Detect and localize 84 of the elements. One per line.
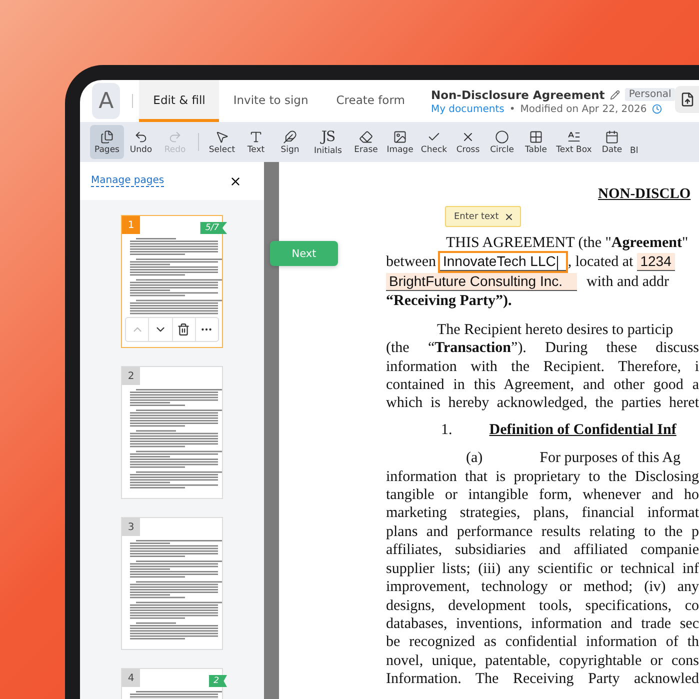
text-line: improvement, technology or method; (iv) any: [386, 579, 699, 596]
clause-number: (a): [466, 449, 483, 468]
text-line: marketing strategies, plans, financial informat: [386, 505, 699, 522]
tag: Personal: [624, 88, 676, 101]
tab[interactable]: Edit & fill: [139, 80, 220, 122]
tab[interactable]: Create form: [322, 80, 419, 122]
toolbar-button[interactable]: Circle: [485, 125, 519, 159]
text-line: affiliates, subsidiaries and affiliated companie: [386, 542, 699, 558]
toolbar-button[interactable]: Date: [595, 125, 629, 159]
page-number: 4: [122, 669, 140, 687]
tool-icon: [249, 130, 263, 144]
close-icon[interactable]: [229, 174, 242, 188]
text-line: , located at: [568, 254, 634, 271]
text-line: with and addr: [586, 274, 670, 291]
toolbar-button[interactable]: Text Box: [553, 125, 595, 159]
text-line: tangible or intangible form, whenever and ho: [386, 487, 699, 504]
text-field[interactable]: InnovateTech LLC: [440, 253, 566, 272]
tool-icon: [134, 130, 148, 144]
tool-icon: [605, 130, 619, 144]
toolbar-button[interactable]: Check: [417, 125, 451, 159]
text-line: between: [386, 254, 436, 271]
toolbar-button[interactable]: JS Initials: [307, 125, 349, 159]
initials-icon: JS: [321, 128, 335, 144]
document-title: Non-Disclosure Agreement: [430, 88, 605, 102]
toolbar-button[interactable]: Text: [239, 125, 273, 159]
page-number: 3: [122, 518, 140, 536]
tooltip: Enter text: [445, 206, 521, 227]
tool-icon: [393, 130, 407, 144]
tool-icon: [567, 130, 581, 144]
toolbar-button[interactable]: Sign: [273, 125, 307, 159]
tool-icon: [529, 130, 543, 144]
text-line: information that is proprietary to the Disclosing: [386, 468, 699, 485]
text-line: designs, development tools, specifications, co: [386, 598, 699, 614]
text-line: information with the Recipient. Therefore, i: [386, 358, 699, 375]
text-line: contained in this Agreement, and other good a: [386, 377, 699, 394]
text-line: novel, unique, patentable, copyrightable or cons: [386, 652, 699, 669]
tool-icon: [283, 130, 297, 144]
toolbar-button[interactable]: Erase: [349, 125, 383, 159]
text-line: Information. The Receiving Party acknowled: [386, 671, 699, 688]
text-line: plans and performance results relating to the p: [386, 524, 699, 540]
section-heading: Definition of Confidential Inf: [489, 420, 676, 440]
tab[interactable]: Invite to sign: [219, 80, 322, 122]
avatar[interactable]: A: [92, 83, 120, 119]
tool-icon: [100, 130, 114, 144]
text-line: “Receiving Party”).: [386, 293, 512, 310]
pencil-icon[interactable]: [610, 90, 620, 100]
toolbar-button[interactable]: Select: [205, 125, 239, 159]
text-line: be recognized as confidential information of th: [386, 634, 699, 650]
page-flag: 2: [208, 675, 227, 687]
document-heading: NON-DISCLO: [598, 185, 692, 204]
manage-pages-link[interactable]: Manage pages: [91, 175, 164, 187]
tool-icon: [495, 130, 509, 144]
toolbar-button[interactable]: Undo: [124, 125, 158, 159]
text-line: THIS AGREEMENT (the "Agreement": [446, 235, 688, 251]
modified-date: Modified on Apr 22, 2026: [520, 104, 647, 114]
separator: •: [509, 104, 516, 114]
text-line: For purposes of this Ag: [540, 449, 680, 468]
page-thumbnail[interactable]: 2: [121, 366, 223, 499]
page-flag: 5/7: [200, 222, 227, 234]
text-line: supplier lists; (iii) any scientific or technical inf: [386, 560, 699, 577]
text-field[interactable]: 1234: [637, 253, 676, 272]
trash-icon: [177, 323, 190, 336]
section-number: 1.: [441, 420, 452, 440]
toolbar-button[interactable]: Image: [383, 125, 417, 159]
text-line: which is hereby acknowledged, the parties heret: [386, 395, 699, 412]
page-number: 1: [122, 216, 140, 234]
breadcrumb-link[interactable]: My documents: [430, 104, 504, 114]
toolbar-button[interactable]: Pages: [90, 125, 124, 159]
toolbar-button[interactable]: Table: [519, 125, 553, 159]
file-upload-icon: [680, 92, 695, 107]
text-line: The Recipient hereto desires to particip: [437, 322, 674, 338]
page-number: 2: [122, 367, 140, 385]
text-line: (the “Transaction”). During these discuss: [386, 340, 699, 356]
toolbar-button[interactable]: Bl: [629, 125, 640, 159]
tool-icon: [168, 130, 182, 144]
export-button[interactable]: [675, 86, 699, 113]
text-field[interactable]: BrightFuture Consulting Inc.: [386, 273, 577, 292]
tool-icon: [359, 130, 373, 144]
clock-icon: [652, 104, 662, 114]
page-thumbnail[interactable]: 3: [121, 517, 223, 650]
close-icon[interactable]: [504, 212, 514, 222]
text-line: databases, inventions, information and trade sec: [386, 616, 699, 632]
toolbar-button[interactable]: Cross: [451, 125, 485, 159]
tool-icon: [215, 130, 229, 144]
